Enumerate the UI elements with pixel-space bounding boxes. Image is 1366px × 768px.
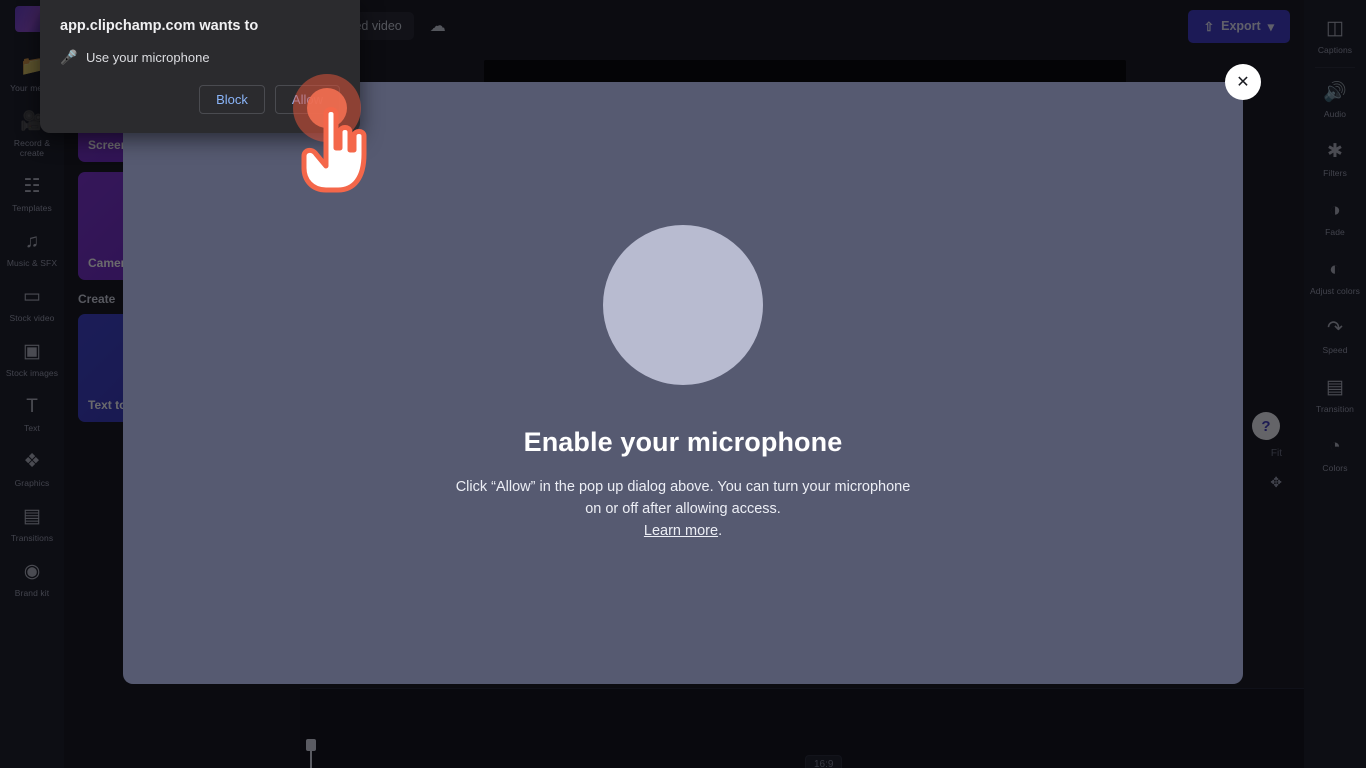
learn-more-period: . (718, 522, 723, 539)
close-x-icon[interactable]: ✕ (1225, 64, 1261, 100)
microphone-placeholder-circle (603, 224, 763, 385)
microphone-icon: 🎤 (60, 49, 78, 65)
hand-pointer-cursor (301, 107, 367, 193)
enable-microphone-modal: Enable your microphone Click “Allow” in … (123, 82, 1243, 684)
modal-body-line1: Click “Allow” in the pop up dialog above… (455, 478, 831, 495)
app-root: 📁 Your media 🎥 Record & create ☷ Templat… (0, 0, 1366, 768)
block-button[interactable]: Block (199, 85, 265, 114)
learn-more-link[interactable]: Learn more (644, 523, 718, 539)
modal-body: Click “Allow” in the pop up dialog above… (448, 476, 918, 542)
permission-title: app.clipchamp.com wants to (60, 18, 259, 34)
permission-text: Use your microphone (86, 50, 210, 65)
permission-row: 🎤 Use your microphone (60, 49, 340, 66)
modal-title: Enable your microphone (523, 426, 843, 457)
